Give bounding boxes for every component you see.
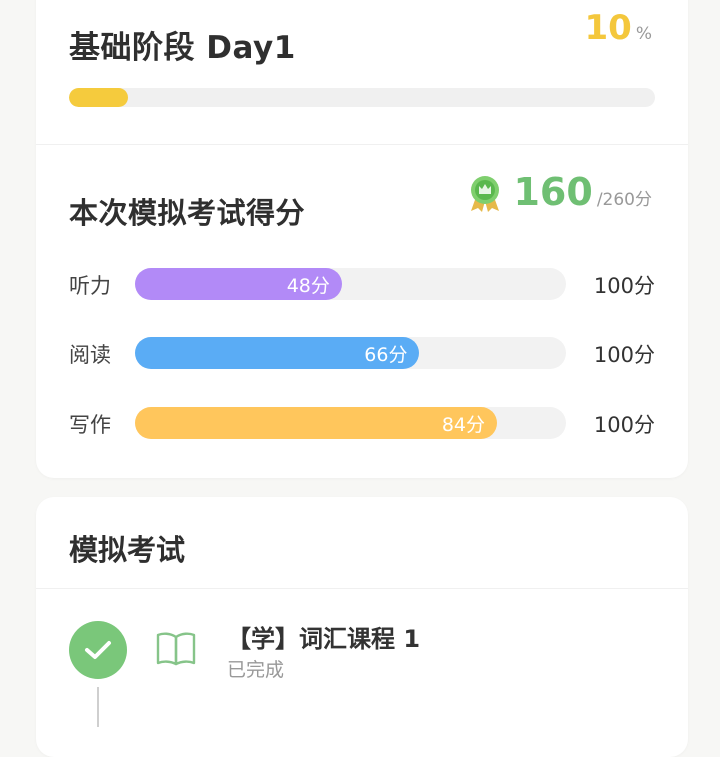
skill-score: 84分: [441, 413, 486, 436]
lesson-title: 【学】词汇课程 1: [227, 625, 421, 653]
progress-track: [69, 88, 655, 107]
lesson-status: 已完成: [227, 659, 285, 681]
skill-track: 66分: [135, 337, 566, 369]
divider: [36, 144, 688, 145]
skill-fill: 84分: [135, 407, 498, 439]
score-max: /260分: [596, 190, 652, 210]
mock-exam-card: 模拟考试 【学】词汇课程 1 已完成: [36, 497, 688, 757]
skill-max: 100分: [593, 274, 655, 298]
score-value: 160: [513, 170, 593, 214]
skill-fill: 48分: [135, 268, 342, 300]
skill-max: 100分: [593, 343, 655, 367]
check-icon: [69, 621, 127, 679]
skill-track: 48分: [135, 268, 566, 300]
progress-fill: [69, 88, 128, 107]
progress-card: 基础阶段 Day1 10% 本次模拟考试得分 160 /260分 听力 48分 …: [36, 0, 688, 478]
skill-label: 阅读: [69, 343, 111, 367]
skill-label: 写作: [69, 413, 111, 437]
progress-percent: 10%: [585, 8, 652, 48]
divider: [36, 588, 688, 589]
timeline-line: [97, 687, 99, 727]
progress-unit: %: [635, 24, 652, 44]
progress-value: 10: [584, 8, 632, 48]
skill-row-reading: 阅读 66分 100分: [69, 337, 655, 369]
skill-max: 100分: [593, 413, 655, 437]
book-icon: [156, 632, 196, 666]
skill-score: 48分: [286, 274, 330, 297]
exam-score-title: 本次模拟考试得分: [69, 196, 306, 230]
skill-score: 66分: [364, 343, 408, 366]
skill-row-writing: 写作 84分 100分: [69, 407, 655, 439]
mock-exam-title: 模拟考试: [69, 533, 186, 567]
medal-icon: [471, 176, 500, 212]
score-total: 160 /260分: [467, 167, 652, 214]
skill-row-listening: 听力 48分 100分: [69, 268, 655, 300]
skill-track: 84分: [135, 407, 566, 439]
stage-title: 基础阶段 Day1: [69, 30, 296, 66]
skill-fill: 66分: [135, 337, 420, 369]
skill-label: 听力: [69, 274, 111, 298]
